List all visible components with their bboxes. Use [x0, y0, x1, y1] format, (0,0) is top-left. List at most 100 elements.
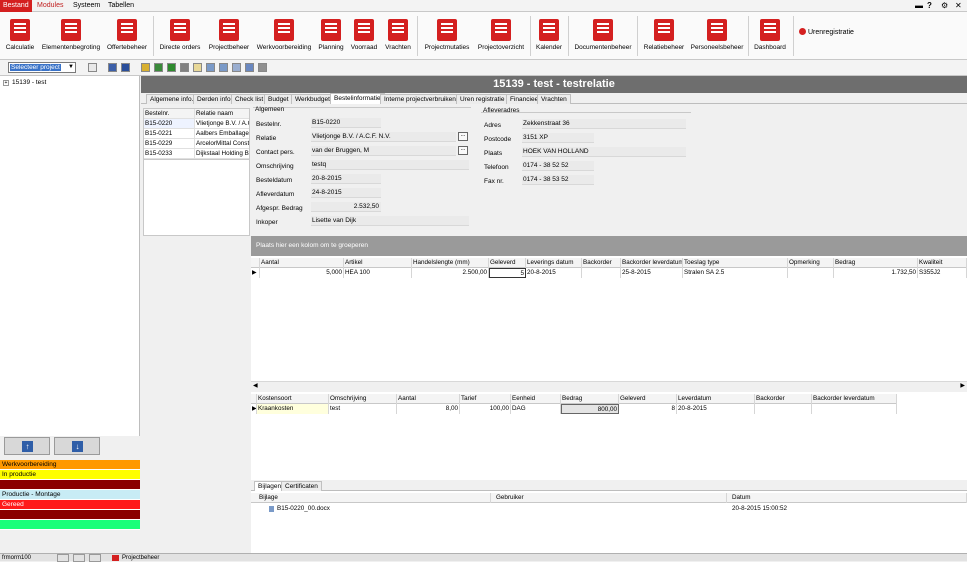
grid-cell[interactable]: 8,00: [397, 404, 460, 414]
grid-cell[interactable]: [582, 268, 621, 278]
grid-cell[interactable]: 2.500,00: [412, 268, 489, 278]
grid-cell[interactable]: 25-8-2015: [621, 268, 683, 278]
column-header[interactable]: Opmerking: [788, 258, 834, 268]
ribbon-projectmutaties-button[interactable]: Projectmutaties: [421, 15, 473, 59]
ribbon-werkvoorbereiding-button[interactable]: Werkvoorbereiding: [255, 15, 313, 59]
grid-cell[interactable]: Kraankosten: [257, 404, 329, 414]
filter-icon[interactable]: [180, 63, 189, 72]
column-header[interactable]: Bedrag: [834, 258, 918, 268]
project-select[interactable]: Selecteer project ▼: [8, 62, 76, 73]
tab-uren-registratie[interactable]: Uren registratie: [456, 94, 509, 104]
new-icon[interactable]: [88, 63, 97, 72]
column-header[interactable]: Aantal: [397, 394, 460, 404]
tab-budget[interactable]: Budget: [264, 94, 293, 104]
ribbon-kalender-button[interactable]: Kalender: [533, 15, 565, 59]
print-preview-icon[interactable]: [245, 63, 254, 72]
grid-cell[interactable]: [812, 404, 897, 414]
ribbon-vrachten-button[interactable]: Vrachten: [383, 15, 413, 59]
print-icon[interactable]: [258, 63, 267, 72]
list-icon[interactable]: [206, 63, 215, 72]
table-row[interactable]: B15-0220Vlietjonge B.V. / A.C.F.: [144, 119, 249, 129]
grid-cell[interactable]: 20-8-2015 15:00:52: [727, 504, 967, 514]
column-header[interactable]: Kwaliteit: [918, 258, 967, 268]
grid-cell[interactable]: [788, 268, 834, 278]
tab-vrachten[interactable]: Vrachten: [537, 94, 571, 104]
column-header[interactable]: Backorder: [582, 258, 621, 268]
column-header[interactable]: Tarief: [460, 394, 511, 404]
grid-cell[interactable]: [491, 504, 727, 514]
column-header[interactable]: Leverdatum: [677, 394, 755, 404]
table-row[interactable]: ▶ Kraankosten test 8,00 100,00 DAG 800,0…: [251, 404, 897, 414]
report-icon[interactable]: [232, 63, 241, 72]
table-row[interactable]: B15-0220_00.docx 20-8-2015 15:00:52: [251, 504, 967, 514]
relatie-field[interactable]: Vlietjonge B.V. / A.C.F. N.V.: [311, 132, 456, 142]
column-header[interactable]: Backorder leverdatum: [621, 258, 683, 268]
column-header[interactable]: Bedrag: [561, 394, 619, 404]
fax-field[interactable]: 0174 - 38 53 52: [522, 175, 594, 185]
menu-systeem[interactable]: Systeem: [70, 0, 103, 12]
grid-cell[interactable]: Stralen SA 2.5: [683, 268, 788, 278]
column-header[interactable]: Datum: [727, 493, 967, 503]
tab-interne-projectverbruiken[interactable]: Interne projectverbruiken: [380, 94, 460, 104]
ribbon-calculatie-button[interactable]: Calculatie: [4, 15, 36, 59]
inkoper-field[interactable]: Lisette van Dijk: [311, 216, 469, 226]
currency-icon[interactable]: [121, 63, 130, 72]
expand-icon[interactable]: +: [3, 80, 9, 86]
grid-cell[interactable]: 100,00: [460, 404, 511, 414]
people-icon[interactable]: [141, 63, 150, 72]
afgesproken-bedrag-field[interactable]: 2.532,50: [311, 202, 381, 212]
ribbon-planning-button[interactable]: Planning: [316, 15, 346, 59]
column-header[interactable]: Leverings datum: [526, 258, 582, 268]
tab-bestelinformatie[interactable]: Bestelinformatie: [330, 93, 385, 104]
grid-cell[interactable]: B15-0220_00.docx: [251, 504, 491, 514]
scroll-right-icon[interactable]: ▶: [960, 382, 965, 389]
grid-cell[interactable]: DAG: [511, 404, 561, 414]
ribbon-elementenbegroting-button[interactable]: Elementenbegroting: [40, 15, 102, 59]
relatie-lookup-button[interactable]: ...: [458, 132, 468, 141]
table-row[interactable]: B15-0229 ArcelorMittal Const: [144, 139, 249, 149]
telefoon-field[interactable]: 0174 - 38 52 52: [522, 161, 594, 171]
ribbon-relatiebeheer-button[interactable]: Relatiebeheer: [640, 15, 688, 59]
column-header[interactable]: Geleverd: [619, 394, 677, 404]
table-row[interactable]: B15-0233 Dijkstaal Holding B.: [144, 149, 249, 159]
uren-registratie-link[interactable]: Urenregistratie: [799, 28, 854, 36]
column-header[interactable]: Backorder: [755, 394, 812, 404]
afleverdatum-field[interactable]: 24-8-2015: [311, 188, 381, 198]
grid-cell[interactable]: 5: [489, 268, 526, 278]
tree-icon[interactable]: [154, 63, 163, 72]
ribbon-offertebeheer-button[interactable]: Offertebeheer: [104, 15, 150, 59]
column-header[interactable]: Toeslag type: [683, 258, 788, 268]
tab-werkbudget[interactable]: Werkbudget: [291, 94, 334, 104]
ribbon-voorraad-button[interactable]: Voorraad: [348, 15, 380, 59]
close-icon[interactable]: ✕: [952, 0, 965, 12]
column-header[interactable]: Gebruiker: [491, 493, 727, 503]
menu-tabellen[interactable]: Tabellen: [105, 0, 137, 12]
plaats-field[interactable]: HOEK VAN HOLLAND: [522, 147, 686, 157]
mail-icon[interactable]: [193, 63, 202, 72]
tab-check-list[interactable]: Check list: [231, 94, 268, 104]
menu-modules[interactable]: Modules: [34, 0, 66, 12]
scroll-left-icon[interactable]: ◀: [253, 382, 258, 389]
save-icon[interactable]: [108, 63, 117, 72]
move-down-button[interactable]: ↓: [54, 437, 100, 455]
grid-cell[interactable]: 5,000: [260, 268, 344, 278]
ribbon-documentenbeheer-button[interactable]: Documentenbeheer: [572, 15, 634, 59]
ribbon-projectbeheer-button[interactable]: Projectbeheer: [205, 15, 253, 59]
column-header[interactable]: Omschrijving: [329, 394, 397, 404]
group-by-panel[interactable]: Plaats hier een kolom om te groeperen: [251, 236, 967, 256]
grid-cell[interactable]: 1.732,50: [834, 268, 918, 278]
table-row[interactable]: B15-0221 Aalbers Emballage: [144, 129, 249, 139]
column-header[interactable]: Kostensoort: [257, 394, 329, 404]
grid-cell[interactable]: HEA 100: [344, 268, 412, 278]
grid-cell[interactable]: [755, 404, 812, 414]
horizontal-scrollbar[interactable]: ◀ ▶: [251, 381, 967, 389]
contact-lookup-button[interactable]: ...: [458, 146, 468, 155]
bestelnr-field[interactable]: B15-0220: [311, 118, 381, 128]
table-row[interactable]: ▶ 5,000 HEA 100 2.500,00 5 20-8-2015 25-…: [251, 268, 967, 278]
ribbon-dashboard-button[interactable]: Dashboard: [752, 15, 788, 59]
grid-cell[interactable]: 20-8-2015: [526, 268, 582, 278]
column-header[interactable]: Handelslengte (mm): [412, 258, 489, 268]
grid-icon[interactable]: [219, 63, 228, 72]
column-header[interactable]: Eenheid: [511, 394, 561, 404]
grid-cell[interactable]: S355J2: [918, 268, 967, 278]
